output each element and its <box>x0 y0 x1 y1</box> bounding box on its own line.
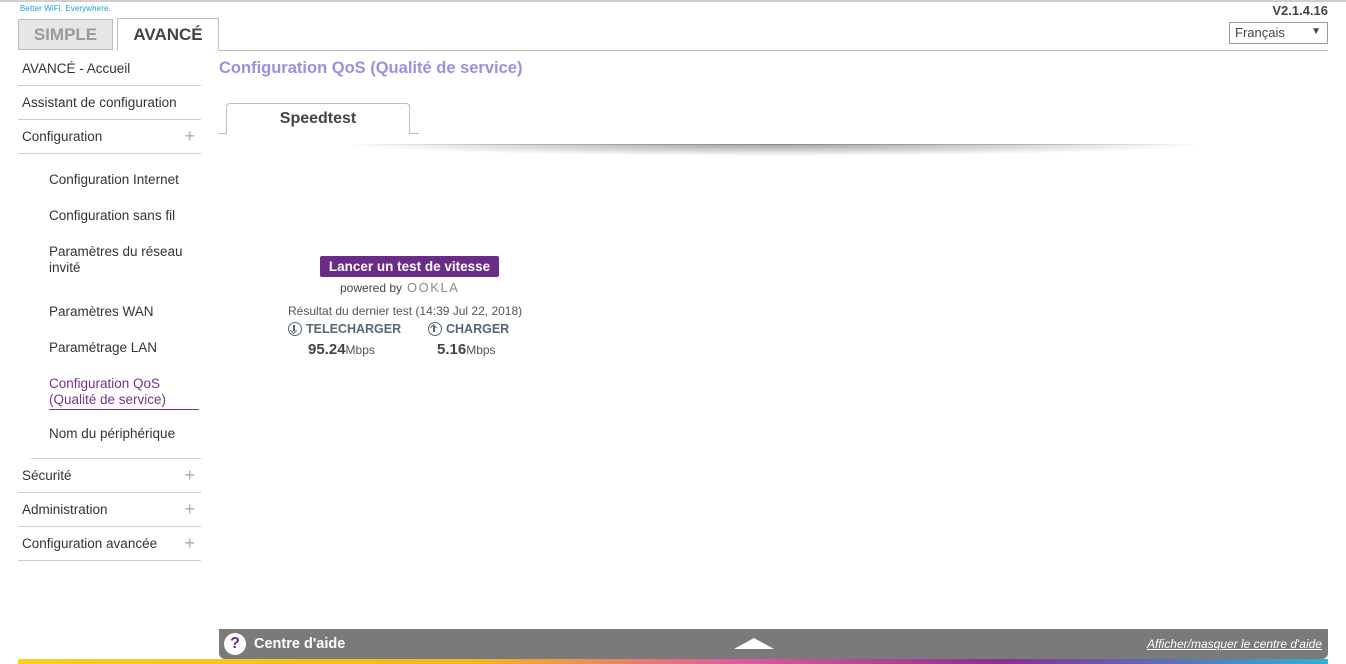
help-center-title: Centre d'aide <box>254 636 346 652</box>
submenu-label: Configuration QoS (Qualité de service) <box>49 376 199 410</box>
upload-unit: Mbps <box>466 343 496 357</box>
sidebar-item-label: AVANCÉ - Accueil <box>22 61 131 76</box>
top-rule <box>0 0 1346 2</box>
header-divider <box>219 50 1328 51</box>
sidebar-item-label: Configuration avancée <box>22 536 158 551</box>
submenu-label: Paramétrage LAN <box>49 340 158 355</box>
brand-color-strip <box>18 659 1328 664</box>
download-arrow-icon <box>288 322 302 336</box>
upload-value: 5.16 <box>437 341 467 358</box>
download-unit: Mbps <box>345 343 375 357</box>
sidebar-item-label: Sécurité <box>22 468 72 483</box>
sidebar: AVANCÉ - Accueil Assistant de configurat… <box>18 52 201 561</box>
tab-speedtest[interactable]: Speedtest <box>226 103 410 134</box>
help-question-icon[interactable]: ? <box>224 633 246 655</box>
download-label: TELECHARGER <box>306 322 402 336</box>
tab-divider <box>409 133 419 134</box>
expand-up-arrow-icon[interactable] <box>734 638 774 649</box>
caret-down-icon: ▼ <box>1311 26 1321 37</box>
sidebar-item-label: Administration <box>22 502 108 517</box>
submenu-lan-setup[interactable]: Paramétrage LAN <box>31 332 201 368</box>
expand-plus-icon[interactable]: + <box>184 500 195 518</box>
upload-arrow-icon <box>428 322 442 336</box>
help-center-bar: ? Centre d'aide Afficher/masquer le cent… <box>219 629 1328 659</box>
tab-divider <box>219 133 226 134</box>
ookla-logo: OOKLA <box>407 280 460 295</box>
section-shadow <box>346 144 1202 156</box>
sidebar-item-label: Assistant de configuration <box>22 95 177 110</box>
submenu-wireless-setup[interactable]: Configuration sans fil <box>31 200 201 236</box>
brand-tagline: Better WiFi. Everywhere. <box>20 4 111 13</box>
sidebar-item-configuration[interactable]: Configuration + <box>18 120 201 154</box>
download-value: 95.24 <box>308 341 346 358</box>
configuration-submenu: Configuration Internet Configuration san… <box>31 154 201 459</box>
powered-by: powered by OOKLA <box>340 280 459 295</box>
submenu-wan-settings[interactable]: Paramètres WAN <box>31 296 201 332</box>
submenu-label: Paramètres WAN <box>49 304 154 319</box>
powered-by-label: powered by <box>340 280 403 295</box>
sidebar-item-administration[interactable]: Administration + <box>18 493 201 527</box>
tab-advanced[interactable]: AVANCÉ <box>117 18 219 51</box>
expand-plus-icon[interactable]: + <box>184 466 195 484</box>
language-select[interactable]: Français ▼ <box>1229 22 1328 44</box>
submenu-label: Nom du périphérique <box>49 426 176 441</box>
sidebar-item-label: Configuration <box>22 129 103 144</box>
submenu-internet-setup[interactable]: Configuration Internet <box>31 164 201 200</box>
toggle-help-center-link[interactable]: Afficher/masquer le centre d'aide <box>1147 637 1322 651</box>
submenu-label: Paramètres du réseau invité <box>49 244 183 275</box>
language-selected-value: Français <box>1235 25 1285 40</box>
submenu-qos-setup[interactable]: Configuration QoS (Qualité de service) <box>31 368 201 420</box>
run-speedtest-button[interactable]: Lancer un test de vitesse <box>320 256 499 277</box>
submenu-label: Configuration Internet <box>49 172 179 187</box>
expand-plus-icon[interactable]: + <box>184 127 195 145</box>
sidebar-item-setup-wizard[interactable]: Assistant de configuration <box>18 86 201 120</box>
last-test-result: Résultat du dernier test (14:39 Jul 22, … <box>288 304 523 318</box>
firmware-version: V2.1.4.16 <box>1272 3 1328 18</box>
submenu-label: Configuration sans fil <box>49 208 176 223</box>
download-metric: TELECHARGER 95.24Mbps <box>288 322 401 358</box>
sidebar-item-security[interactable]: Sécurité + <box>18 459 201 493</box>
tab-simple[interactable]: SIMPLE <box>18 19 113 50</box>
sidebar-item-advanced-setup[interactable]: Configuration avancée + <box>18 527 201 561</box>
sidebar-item-advanced-home[interactable]: AVANCÉ - Accueil <box>18 52 201 86</box>
submenu-device-name[interactable]: Nom du périphérique <box>31 420 201 458</box>
upload-metric: CHARGER 5.16Mbps <box>428 322 509 358</box>
submenu-guest-network[interactable]: Paramètres du réseau invité <box>31 236 191 296</box>
page-title: Configuration QoS (Qualité de service) <box>219 59 523 77</box>
expand-plus-icon[interactable]: + <box>184 534 195 552</box>
upload-label: CHARGER <box>446 322 510 336</box>
